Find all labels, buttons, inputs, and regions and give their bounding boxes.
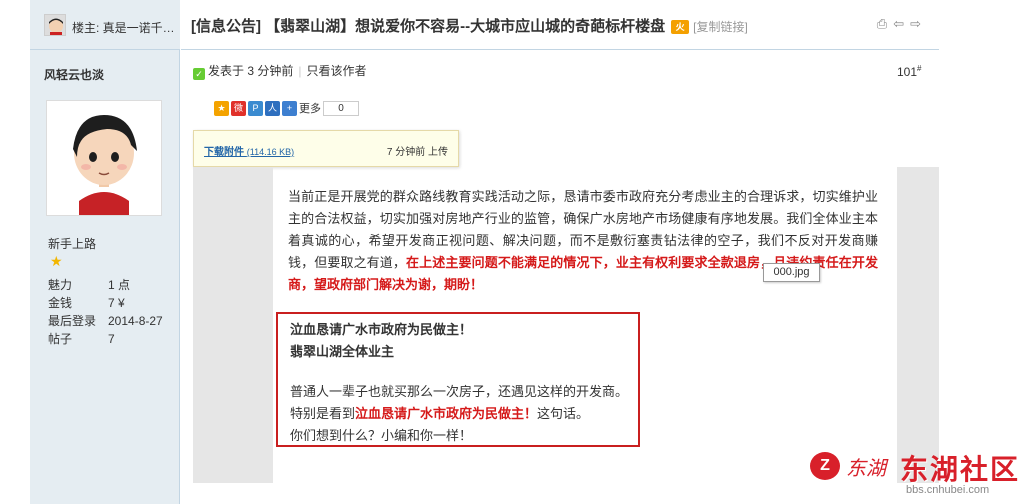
watermark-script: 东湖 <box>846 456 886 480</box>
share-count: 0 <box>323 100 359 116</box>
next-thread-icon[interactable]: ⇨ <box>910 16 927 31</box>
user-group[interactable]: 新手上路 <box>48 235 96 252</box>
stat-row: 最后登录 2014-8-27 <box>48 312 163 330</box>
stat-key: 魅力 <box>48 278 73 292</box>
floor-value: 101 <box>897 65 918 79</box>
small-avatar-icon <box>45 15 65 35</box>
stat-row: 金钱 7 ¥ <box>48 294 163 312</box>
thread-title-bar: [信息公告] 【翡翠山湖】想说爱你不容易--大城市应山城的奇葩标杆楼盘火 [复制链… <box>181 0 939 50</box>
hot-icon: 火 <box>671 20 690 34</box>
site-watermark: Z 东湖 东湖社区 bbs.cnhubei.com <box>810 446 1027 504</box>
user-sidebar: 楼主: 真是一诺千… 风轻云也淡 新手上路 ★ 魅力 1 点 金钱 7 ¥ 最后登录… <box>30 0 180 504</box>
floor-sup: # <box>917 64 922 73</box>
title-actions: ⎙⇦⇨ <box>877 16 927 32</box>
watermark-name: 东湖社区 <box>900 453 1021 486</box>
attachment-tooltip: 下载附件 (114.16 KB) 7 分钟前 上传 <box>193 130 459 167</box>
posted-time: 发表于 3 分钟前 <box>208 64 294 78</box>
thread-category[interactable]: [信息公告] <box>191 18 261 35</box>
quote-line-3: 普通人一辈子也就买那么一次房子，还遇见这样的开发商。 <box>290 384 629 399</box>
quote-line-4-pre: 特别是看到 <box>290 406 356 421</box>
quote-line-1: 泣血恳请广水市政府为民做主！ <box>290 322 473 337</box>
qzone-share-icon[interactable]: ★ <box>214 100 229 116</box>
stat-row: 魅力 1 点 <box>48 276 163 294</box>
image-filename-tooltip: 000.jpg <box>763 263 820 282</box>
thread-title: [信息公告] 【翡翠山湖】想说爱你不容易--大城市应山城的奇葩标杆楼盘火 [复制链… <box>191 15 748 36</box>
share-more-link[interactable]: 更多 <box>299 103 321 115</box>
quote-line-5: 你们想到什么？小编和你一样！ <box>290 428 473 443</box>
stat-value[interactable]: 7 <box>108 330 115 348</box>
op-label[interactable]: 楼主: 真是一诺千… <box>72 19 176 36</box>
weibo-share-icon[interactable]: 微 <box>231 100 246 116</box>
op-header: 楼主: 真是一诺千… <box>30 0 180 50</box>
stat-value: 1 点 <box>108 278 131 292</box>
image-margin-left <box>193 167 273 483</box>
user-stats: 魅力 1 点 金钱 7 ¥ 最后登录 2014-8-27 帖子 7 <box>48 276 163 348</box>
stat-key: 金钱 <box>48 296 73 310</box>
stat-value: 2014-8-27 <box>108 314 163 328</box>
op-avatar[interactable] <box>44 14 66 36</box>
post-meta: ✓ 发表于 3 分钟前 | 只看该作者 <box>193 62 366 80</box>
share-bar: ★ 微 P 人 + 更多 0 <box>214 100 359 116</box>
tencent-weibo-share-icon[interactable]: P <box>248 100 263 116</box>
quote-line-4-post: 这句话。 <box>537 406 590 421</box>
prev-thread-icon[interactable]: ⇦ <box>893 16 910 31</box>
renren-share-icon[interactable]: 人 <box>265 100 280 116</box>
cartoon-avatar-icon <box>47 101 161 215</box>
upload-time: 7 分钟前 上传 <box>386 147 448 158</box>
avatar[interactable] <box>46 100 162 216</box>
watermark-url: bbs.cnhubei.com <box>906 484 990 496</box>
floor-number[interactable]: 101# <box>897 64 921 79</box>
thread-title-text: 【翡翠山湖】想说爱你不容易--大城市应山城的奇葩标杆楼盘 <box>265 18 666 35</box>
only-author-link[interactable]: 只看该作者 <box>306 64 366 78</box>
star-icon: ★ <box>50 253 63 269</box>
more-share-icon[interactable]: + <box>282 100 297 116</box>
download-attachment-link[interactable]: 下载附件 (114.16 KB) <box>204 143 294 158</box>
attachment-size: (114.16 KB) <box>246 147 295 157</box>
online-status-icon: ✓ <box>193 68 205 80</box>
username[interactable]: 风轻云也淡 <box>44 66 104 83</box>
quote-line-4: 特别是看到泣血恳请广水市政府为民做主！这句话。 <box>290 403 589 422</box>
stat-key: 最后登录 <box>48 314 97 328</box>
stat-row: 帖子 7 <box>48 330 163 348</box>
site-logo-icon: Z <box>810 452 840 480</box>
quote-line-2: 翡翠山湖全体业主 <box>290 344 395 359</box>
download-label: 下载附件 <box>204 147 244 158</box>
copy-link[interactable]: [复制链接] <box>693 20 748 34</box>
stat-value: 7 ¥ <box>108 296 125 310</box>
print-icon[interactable]: ⎙ <box>877 16 893 31</box>
divider: | <box>298 64 302 78</box>
image-margin-right <box>897 167 939 483</box>
quote-line-4-red: 泣血恳请广水市政府为民做主！ <box>355 406 538 421</box>
stat-key: 帖子 <box>48 332 73 346</box>
highlight-box: 泣血恳请广水市政府为民做主！ 翡翠山湖全体业主 普通人一辈子也就买那么一次房子，… <box>276 312 640 447</box>
